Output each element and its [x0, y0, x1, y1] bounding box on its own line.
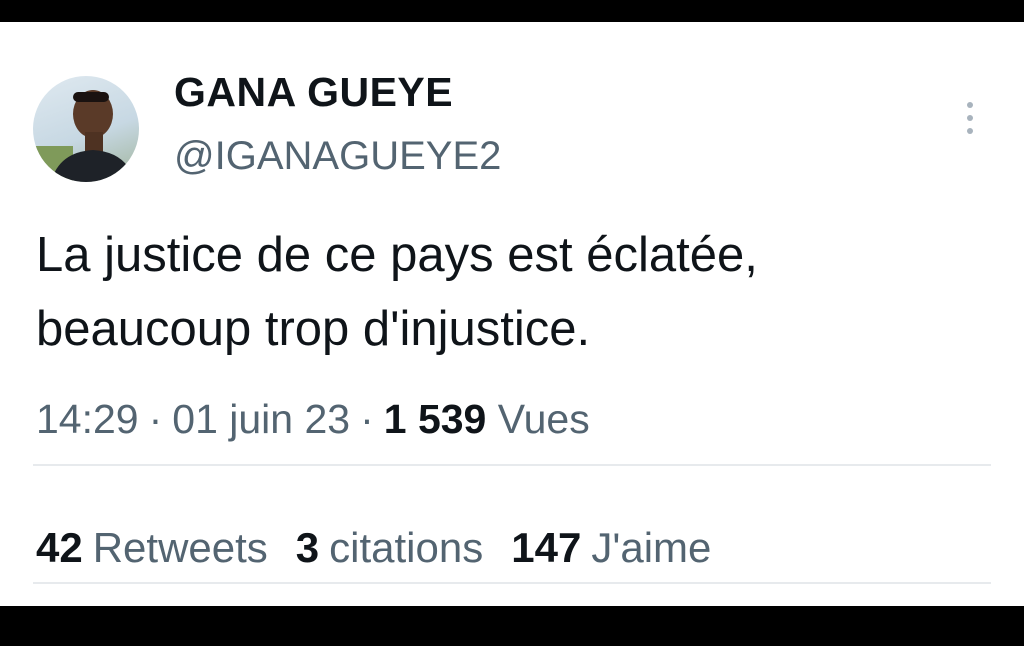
meta-separator: · [360, 396, 374, 442]
views-label: Vues [497, 396, 590, 442]
tweet-meta: 14:29 · 01 juin 23 · 1 539 Vues [36, 396, 590, 443]
avatar-photo [33, 90, 135, 182]
likes-label: J'aime [591, 524, 712, 571]
quotes-stat[interactable]: 3 citations [296, 524, 483, 572]
meta-separator: · [148, 396, 163, 442]
divider [33, 464, 991, 466]
tweet-stats: 42 Retweets 3 citations 147 J'aime [36, 524, 739, 572]
tweet-date[interactable]: 01 juin 23 [172, 396, 350, 442]
divider [33, 582, 991, 584]
author-display-name[interactable]: GANA GUEYE [174, 69, 453, 116]
likes-count: 147 [511, 524, 582, 571]
likes-stat[interactable]: 147 J'aime [511, 524, 711, 572]
retweets-count: 42 [36, 524, 83, 571]
avatar[interactable] [33, 76, 139, 182]
retweets-label: Retweets [92, 524, 268, 571]
more-vertical-icon[interactable] [958, 98, 982, 138]
author-handle[interactable]: @IGANAGUEYE2 [174, 134, 501, 179]
quotes-count: 3 [295, 524, 320, 571]
tweet-text-line: La justice de ce pays est éclatée, [36, 228, 758, 282]
tweet-card: GANA GUEYE @IGANAGUEYE2 La justice de ce… [0, 22, 1024, 606]
retweets-stat[interactable]: 42 Retweets [36, 524, 268, 572]
tweet-text-line: beaucoup trop d'injustice. [36, 302, 591, 356]
views-count: 1 539 [383, 396, 487, 442]
tweet-time[interactable]: 14:29 [36, 396, 139, 442]
tweet-text: La justice de ce pays est éclatée, beauc… [36, 218, 996, 366]
quotes-label: citations [329, 524, 484, 571]
